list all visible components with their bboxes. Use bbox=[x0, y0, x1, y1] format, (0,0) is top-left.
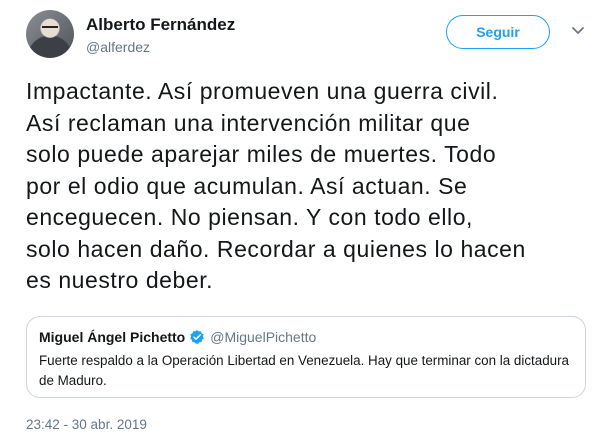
quoted-author-handle: @MiguelPichetto bbox=[210, 329, 317, 345]
quoted-tweet[interactable]: Miguel Ángel Pichetto @MiguelPichetto Fu… bbox=[26, 316, 586, 398]
tweet-text-line: Impactante. Así promueven una guerra civ… bbox=[26, 78, 499, 104]
tweet-text: Impactante. Así promueven una guerra civ… bbox=[26, 76, 596, 297]
verified-badge-icon bbox=[190, 330, 205, 344]
quoted-tweet-header: Miguel Ángel Pichetto @MiguelPichetto bbox=[39, 329, 316, 347]
tweet: Alberto Fernández @alferdez Seguir Impac… bbox=[0, 0, 603, 441]
author-name[interactable]: Alberto Fernández bbox=[86, 15, 235, 35]
tweet-text-line: enceguecen. No piensan. Y con todo ello, bbox=[26, 204, 473, 230]
tweet-header: Alberto Fernández @alferdez Seguir bbox=[26, 10, 586, 60]
tweet-text-line: Así reclaman una intervención militar qu… bbox=[26, 109, 471, 136]
tweet-text-line: por el odio que acumulan. Así actuan. Se bbox=[26, 172, 468, 199]
author-handle[interactable]: @alferdez bbox=[86, 38, 150, 56]
tweet-text-line: solo hacen daño. Recordar a quienes lo h… bbox=[26, 235, 526, 262]
tweet-text-line: es nuestro deber. bbox=[26, 267, 214, 293]
tweet-timestamp[interactable]: 23:42 - 30 abr. 2019 bbox=[26, 416, 147, 434]
quoted-author-name: Miguel Ángel Pichetto bbox=[39, 329, 186, 345]
quoted-tweet-text: Fuerte respaldo a la Operación Libertad … bbox=[39, 353, 569, 388]
chevron-down-icon[interactable] bbox=[570, 22, 586, 38]
tweet-text-line: solo puede aparejar miles de muertes. To… bbox=[26, 141, 497, 167]
avatar[interactable] bbox=[26, 10, 74, 58]
follow-button[interactable]: Seguir bbox=[446, 15, 550, 49]
